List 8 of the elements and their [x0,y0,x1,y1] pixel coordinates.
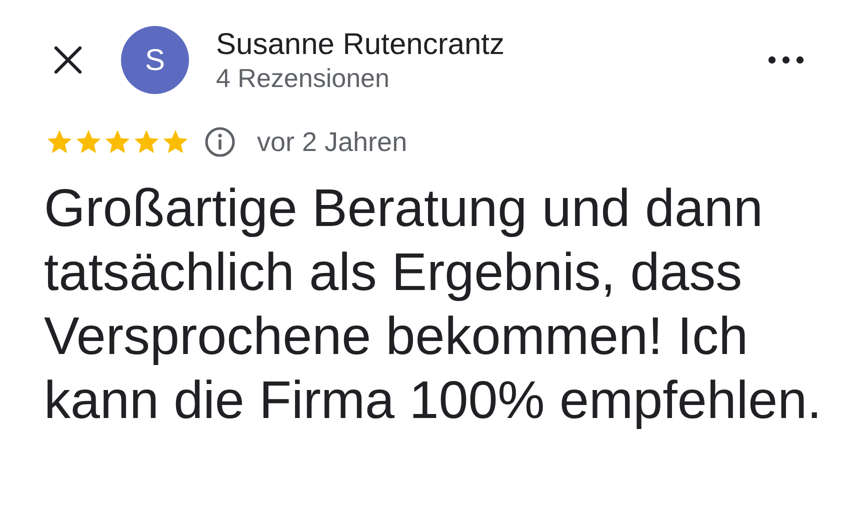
review-text: Großartige Beratung und dann tatsächlich als Ergebnis, dass Versprochene bekommen! Ich kann die Firma 100% empfehlen. [44,178,823,432]
info-icon [204,126,236,158]
close-icon [53,45,83,75]
review-count: 4 Rezensionen [216,63,390,93]
more-icon [768,56,804,64]
avatar: S [121,26,189,94]
reviewer-name: Susanne Rutencrantz [216,27,505,63]
review-time: vor 2 Jahren [257,126,408,159]
